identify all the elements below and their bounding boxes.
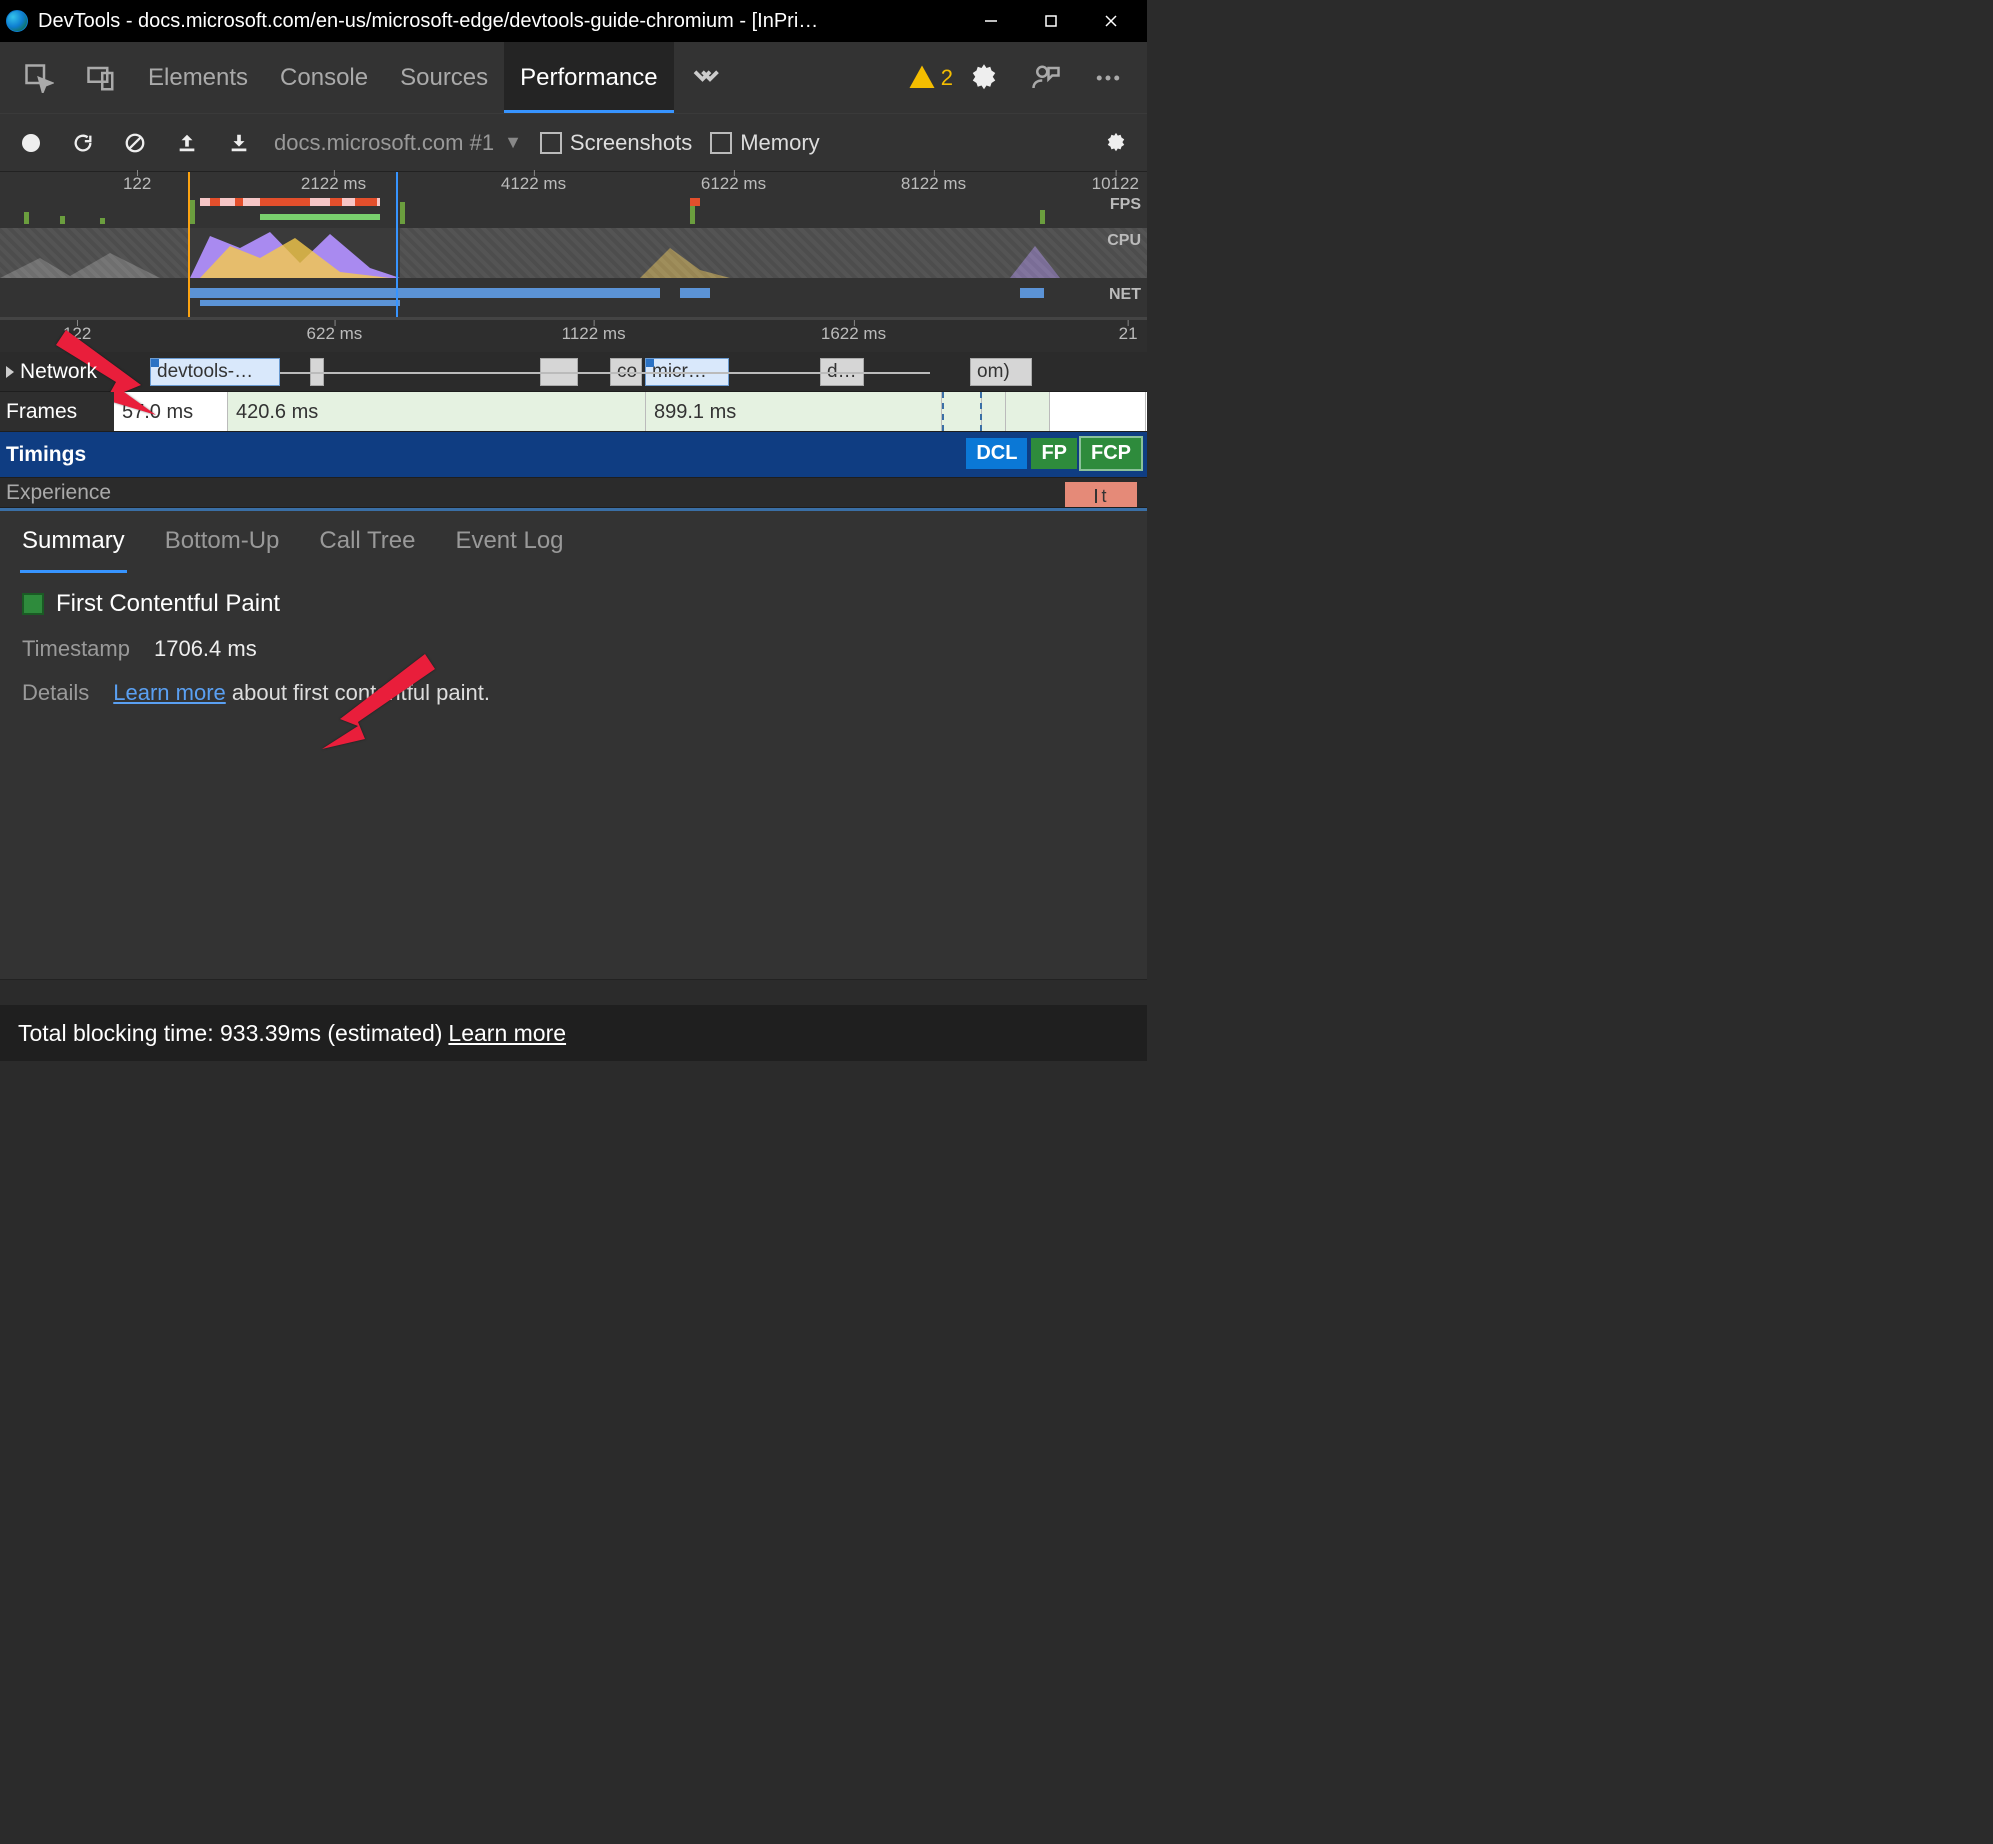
footer-learn-more-link[interactable]: Learn more — [448, 1020, 566, 1047]
net-row: NET — [0, 280, 1147, 312]
frame-block[interactable] — [942, 392, 982, 431]
network-request-block[interactable]: devtools-… — [150, 358, 280, 386]
more-menu-icon[interactable] — [1077, 63, 1139, 93]
tracks-pane: Network devtools-…comicr…d…om) Frames 57… — [0, 352, 1147, 508]
performance-toolbar: docs.microsoft.com #1 ▼ Screenshots Memo… — [0, 114, 1147, 172]
expand-icon[interactable] — [6, 366, 14, 378]
memory-label: Memory — [740, 130, 819, 156]
window-titlebar: DevTools - docs.microsoft.com/en-us/micr… — [0, 0, 1147, 42]
reload-record-button[interactable] — [66, 126, 100, 160]
tick: 122 — [123, 174, 151, 194]
profile-select[interactable]: docs.microsoft.com #1 ▼ — [274, 130, 522, 156]
learn-more-link[interactable]: Learn more — [113, 680, 226, 705]
warnings-badge[interactable]: 2 — [907, 63, 953, 93]
experience-block[interactable]: t — [1065, 482, 1137, 508]
more-tabs-chevron-icon[interactable] — [674, 42, 736, 113]
window-title: DevTools - docs.microsoft.com/en-us/micr… — [38, 10, 961, 33]
tab-bottom-up[interactable]: Bottom-Up — [163, 515, 282, 567]
frames-track[interactable]: Frames 57.0 ms420.6 ms899.1 ms — [0, 392, 1147, 432]
badge-fp[interactable]: FP — [1031, 438, 1077, 469]
app-icon — [6, 10, 28, 32]
tab-call-tree[interactable]: Call Tree — [317, 515, 417, 567]
tick: 622 ms — [307, 324, 363, 344]
timings-label: Timings — [6, 443, 86, 467]
clear-button[interactable] — [118, 126, 152, 160]
memory-toggle[interactable]: Memory — [710, 130, 819, 156]
network-label: Network — [20, 360, 97, 384]
event-title: First Contentful Paint — [56, 590, 280, 618]
network-request-block[interactable]: om) — [970, 358, 1032, 386]
frame-block[interactable]: 899.1 ms — [646, 392, 942, 431]
profile-select-label: docs.microsoft.com #1 — [274, 130, 494, 156]
record-button[interactable] — [14, 126, 48, 160]
inspect-element-icon[interactable] — [8, 42, 70, 113]
summary-panel: First Contentful Paint Timestamp 1706.4 … — [0, 570, 1147, 980]
overview-ruler: 122 2122 ms 4122 ms 6122 ms 8122 ms 1012… — [0, 172, 1147, 196]
tab-performance[interactable]: Performance — [504, 42, 673, 113]
tab-event-log[interactable]: Event Log — [453, 515, 565, 567]
close-button[interactable] — [1081, 0, 1141, 42]
footer-bar: Total blocking time: 933.39ms (estimated… — [0, 1005, 1147, 1061]
tick: 1122 ms — [562, 324, 626, 344]
frame-block[interactable] — [982, 392, 1006, 431]
tab-summary[interactable]: Summary — [20, 515, 127, 567]
experience-track[interactable]: Experience t — [0, 478, 1147, 508]
upload-profile-icon[interactable] — [170, 126, 204, 160]
capture-settings-gear-icon[interactable] — [1099, 126, 1133, 160]
frame-block[interactable] — [1050, 392, 1146, 431]
timestamp-value: 1706.4 ms — [154, 636, 257, 662]
tab-console[interactable]: Console — [264, 42, 384, 113]
fps-label: FPS — [1110, 196, 1141, 214]
feedback-icon[interactable] — [1015, 63, 1077, 93]
tick: 6122 ms — [701, 174, 766, 194]
frame-block[interactable]: 57.0 ms — [114, 392, 228, 431]
chevron-down-icon: ▼ — [504, 132, 522, 153]
minimize-button[interactable] — [961, 0, 1021, 42]
overview-pane[interactable]: 122 2122 ms 4122 ms 6122 ms 8122 ms 1012… — [0, 172, 1147, 320]
settings-gear-icon[interactable] — [953, 63, 1015, 93]
network-track[interactable]: Network devtools-…comicr…d…om) — [0, 352, 1147, 392]
tick: 10122 — [1092, 174, 1139, 194]
details-tabstrip: Summary Bottom-Up Call Tree Event Log — [0, 508, 1147, 570]
screenshots-label: Screenshots — [570, 130, 692, 156]
tick: 4122 ms — [501, 174, 566, 194]
frames-label: Frames — [6, 400, 77, 424]
experience-label: Experience — [6, 481, 111, 505]
timestamp-label: Timestamp — [22, 636, 130, 662]
tick: 8122 ms — [901, 174, 966, 194]
cpu-label: CPU — [1107, 232, 1141, 250]
badge-fcp[interactable]: FCP — [1081, 438, 1141, 469]
tick: 122 — [63, 324, 91, 344]
frame-block[interactable] — [1006, 392, 1050, 431]
tick: 21 — [1119, 324, 1138, 344]
screenshots-toggle[interactable]: Screenshots — [540, 130, 692, 156]
fps-row: FPS — [0, 196, 1147, 224]
warnings-count: 2 — [941, 65, 953, 91]
event-color-swatch — [22, 593, 44, 615]
blocking-time-text: Total blocking time: 933.39ms (estimated… — [18, 1020, 442, 1047]
details-text: about first contentful paint. — [226, 680, 490, 705]
net-label: NET — [1109, 286, 1141, 304]
badge-dcl[interactable]: DCL — [966, 438, 1027, 469]
devtools-tabstrip: Elements Console Sources Performance 2 — [0, 42, 1147, 114]
timings-track[interactable]: Timings DCL FP FCP — [0, 432, 1147, 478]
download-profile-icon[interactable] — [222, 126, 256, 160]
detail-ruler: 122 622 ms 1122 ms 1622 ms 21 — [0, 320, 1147, 352]
maximize-button[interactable] — [1021, 0, 1081, 42]
tab-elements[interactable]: Elements — [132, 42, 264, 113]
details-label: Details — [22, 680, 89, 706]
tab-sources[interactable]: Sources — [384, 42, 504, 113]
device-toggle-icon[interactable] — [70, 42, 132, 113]
tick: 1622 ms — [821, 324, 886, 344]
selection-region[interactable] — [188, 172, 398, 317]
frame-block[interactable]: 420.6 ms — [228, 392, 646, 431]
